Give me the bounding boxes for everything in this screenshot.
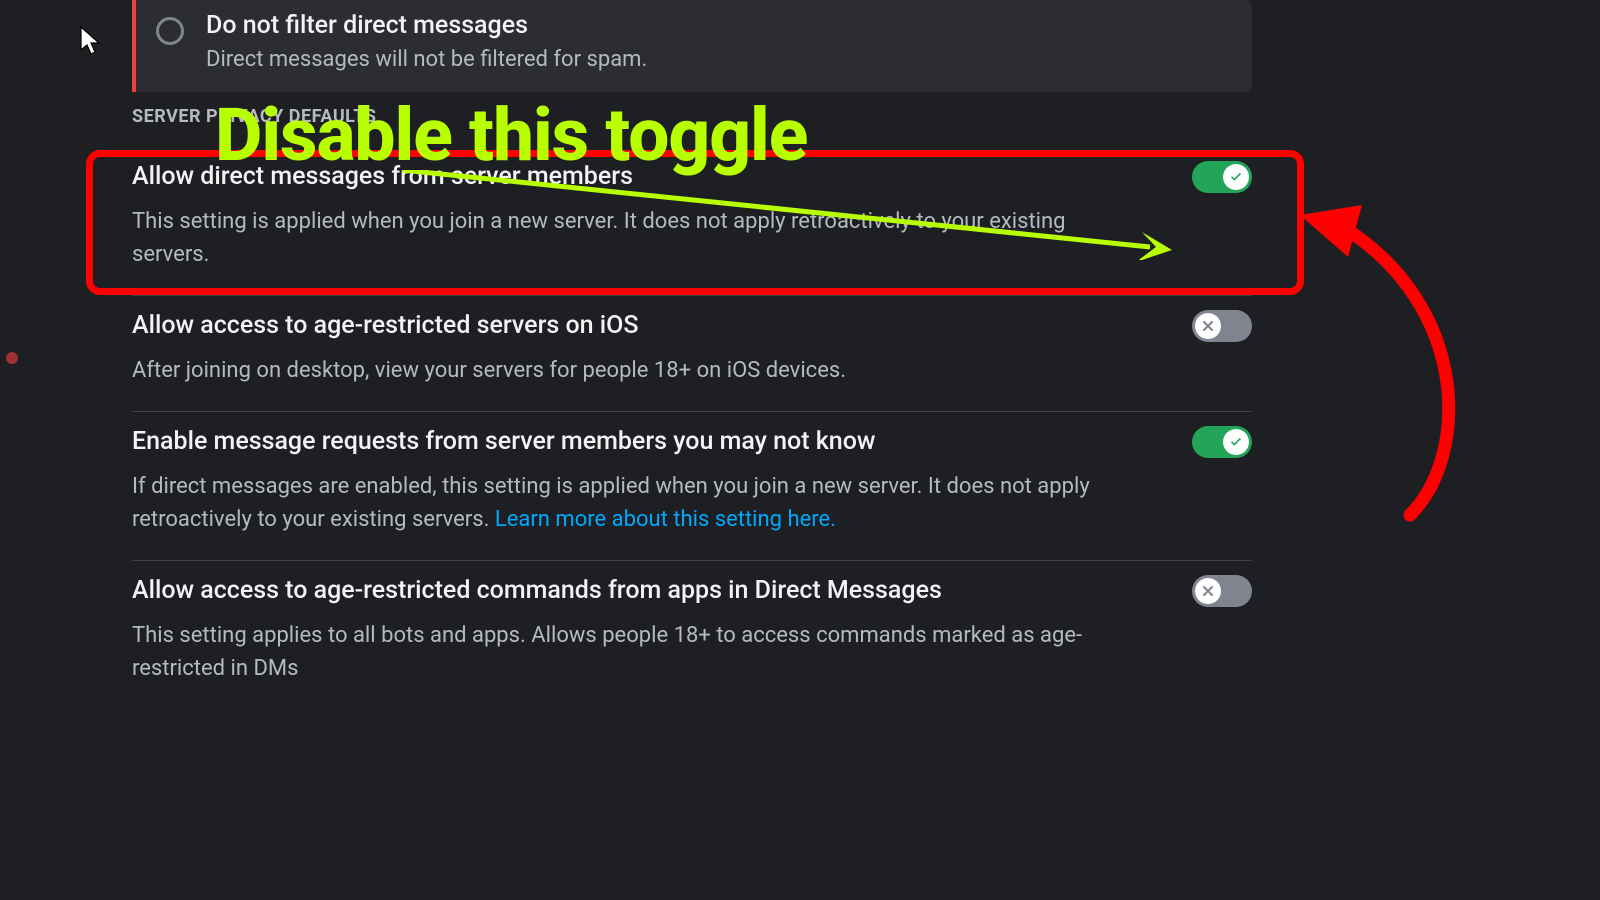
- setting-title: Allow access to age-restricted servers o…: [132, 311, 639, 340]
- section-header: SERVER PRIVACY DEFAULTS: [132, 106, 1252, 127]
- learn-more-link[interactable]: Learn more about this setting here.: [495, 507, 836, 532]
- setting-age-restricted-commands: Allow access to age-restricted commands …: [132, 560, 1252, 709]
- radio-option-no-filter[interactable]: Do not filter direct messages Direct mes…: [132, 0, 1252, 92]
- setting-title: Allow direct messages from server member…: [132, 162, 633, 191]
- toggle-allow-dm[interactable]: [1192, 161, 1252, 193]
- toggle-knob-check-icon: [1223, 429, 1249, 455]
- toggle-knob-x-icon: [1195, 313, 1221, 339]
- toggle-message-requests[interactable]: [1192, 426, 1252, 458]
- settings-content: Do not filter direct messages Direct mes…: [132, 0, 1252, 709]
- setting-description: This setting applies to all bots and app…: [132, 619, 1092, 685]
- toggle-knob-x-icon: [1195, 578, 1221, 604]
- setting-description: After joining on desktop, view your serv…: [132, 354, 1092, 387]
- setting-allow-dm-server-members: Allow direct messages from server member…: [132, 147, 1252, 295]
- annotation-curved-arrow: [1290, 195, 1480, 525]
- setting-description: This setting is applied when you join a …: [132, 205, 1092, 271]
- server-rail: [0, 0, 24, 900]
- radio-text-group: Do not filter direct messages Direct mes…: [206, 8, 647, 76]
- setting-age-restricted-ios: Allow access to age-restricted servers o…: [132, 295, 1252, 411]
- setting-title: Allow access to age-restricted commands …: [132, 576, 942, 605]
- setting-description: If direct messages are enabled, this set…: [132, 470, 1092, 536]
- toggle-knob-check-icon: [1223, 164, 1249, 190]
- toggle-age-restricted-commands[interactable]: [1192, 575, 1252, 607]
- setting-message-requests: Enable message requests from server memb…: [132, 411, 1252, 560]
- cursor-icon: [80, 26, 102, 56]
- server-indicator-dot: [6, 352, 18, 364]
- toggle-age-restricted-ios[interactable]: [1192, 310, 1252, 342]
- radio-title: Do not filter direct messages: [206, 8, 647, 43]
- radio-description: Direct messages will not be filtered for…: [206, 45, 647, 76]
- radio-unchecked-icon: [156, 17, 184, 45]
- setting-title: Enable message requests from server memb…: [132, 427, 875, 456]
